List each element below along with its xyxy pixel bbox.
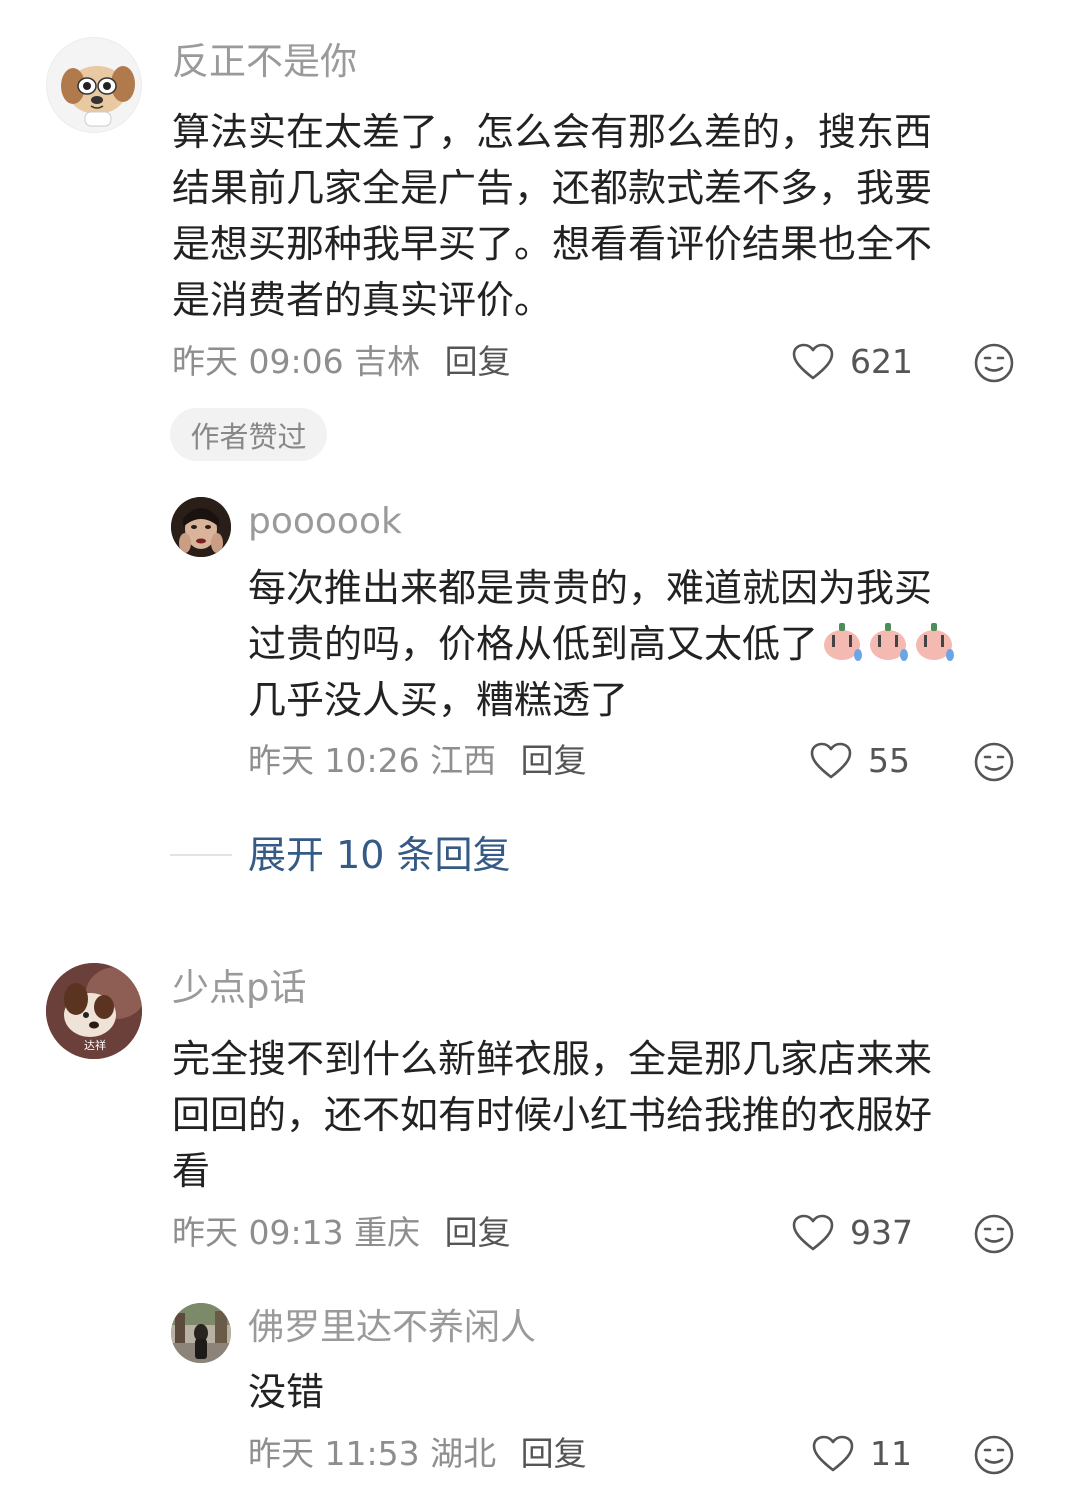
like-button[interactable]: 55 [810, 741, 910, 780]
comment-location: 湖北 [430, 1434, 497, 1473]
like-button[interactable]: 11 [812, 1434, 912, 1473]
sweat-emoji-icon [824, 623, 863, 661]
comment-text: 每次推出来都是贵贵的，难道就因为我买 过贵的吗，价格从低到高又太低了 几乎没人买… [248, 560, 956, 728]
comment-line: 结果前几家全是广告，还都款式差不多，我要 [172, 166, 933, 210]
comment-line: 完全搜不到什么新鲜衣服，全是那几家店来来 [172, 1037, 933, 1081]
sweat-emoji-icon [870, 623, 909, 661]
comment-line: 过贵的吗，价格从低到高又太低了 [248, 616, 956, 672]
comment-location: 江西 [430, 741, 497, 780]
like-count: 621 [850, 342, 913, 381]
username[interactable]: poooook [248, 500, 402, 544]
comment-line: 看 [172, 1149, 211, 1193]
avatar-text: 达祥 [84, 1039, 106, 1052]
comment-line: 是想买那种我早买了。想看看评价结果也全不 [172, 222, 933, 266]
expand-replies-label: 展开 10 条回复 [248, 833, 511, 877]
comment-time: 昨天 09:13 [172, 1213, 344, 1252]
heart-icon [792, 343, 834, 379]
emoji-reaction-icon[interactable] [973, 1213, 1015, 1255]
comment-location: 重庆 [354, 1213, 421, 1252]
heart-icon [812, 1435, 854, 1471]
reply-button[interactable]: 回复 [445, 342, 511, 382]
comment-line: 没错 [248, 1370, 325, 1414]
comment-text: 完全搜不到什么新鲜衣服，全是那几家店来来 回回的，还不如有时候小红书给我推的衣服… [172, 1031, 932, 1199]
person-photo-avatar-icon [171, 497, 231, 557]
comment-meta: 昨天 10:26 江西 回复 [248, 741, 587, 781]
avatar[interactable] [171, 497, 231, 557]
comment-line: 回回的，还不如有时候小红书给我推的衣服好 [172, 1093, 933, 1137]
heart-icon [810, 742, 852, 778]
divider [170, 854, 232, 856]
avatar[interactable] [171, 1303, 231, 1363]
comment-line: 每次推出来都是贵贵的，难道就因为我买 [248, 566, 933, 610]
username[interactable]: 少点p话 [172, 966, 307, 1010]
username[interactable]: 反正不是你 [172, 40, 357, 84]
reply-button[interactable]: 回复 [521, 741, 587, 781]
like-button[interactable]: 937 [792, 1213, 913, 1252]
comment-meta: 昨天 09:13 重庆 回复 [172, 1213, 511, 1253]
author-liked-badge: 作者赞过 [170, 408, 327, 461]
avatar[interactable]: 达祥 [46, 963, 142, 1059]
heart-icon [792, 1214, 834, 1250]
comment-line: 是消费者的真实评价。 [172, 278, 553, 322]
emoji-reaction-icon[interactable] [973, 741, 1015, 783]
comment-time: 昨天 10:26 [248, 741, 420, 780]
comment-text: 没错 [248, 1364, 324, 1420]
like-count: 937 [850, 1213, 913, 1252]
reply-button[interactable]: 回复 [521, 1434, 587, 1474]
comment-time: 昨天 09:06 [172, 342, 344, 381]
comment-line: 几乎没人买，糟糕透了 [248, 678, 629, 722]
emoji-reaction-icon[interactable] [973, 342, 1015, 384]
comment-line-text: 过贵的吗，价格从低到高又太低了 [248, 622, 819, 666]
like-count: 55 [868, 741, 910, 780]
comment-location: 吉林 [354, 342, 421, 381]
cartoon-dog-avatar-icon [61, 66, 135, 127]
street-photo-avatar-icon [171, 1303, 231, 1363]
comment-line: 算法实在太差了，怎么会有那么差的，搜东西 [172, 110, 933, 154]
comment-time: 昨天 11:53 [248, 1434, 420, 1473]
avatar[interactable] [46, 37, 142, 133]
reply-button[interactable]: 回复 [445, 1213, 511, 1253]
expand-replies-button[interactable]: 展开 10 条回复 [170, 830, 511, 880]
username[interactable]: 佛罗里达不养闲人 [248, 1306, 536, 1350]
like-count: 11 [870, 1434, 912, 1473]
comment-text: 算法实在太差了，怎么会有那么差的，搜东西 结果前几家全是广告，还都款式差不多，我… [172, 104, 932, 328]
sweat-emoji-icon [916, 623, 955, 661]
emoji-reaction-icon[interactable] [973, 1434, 1015, 1476]
like-button[interactable]: 621 [792, 342, 913, 381]
comment-meta: 昨天 11:53 湖北 回复 [248, 1434, 587, 1474]
comment-meta: 昨天 09:06 吉林 回复 [172, 342, 511, 382]
